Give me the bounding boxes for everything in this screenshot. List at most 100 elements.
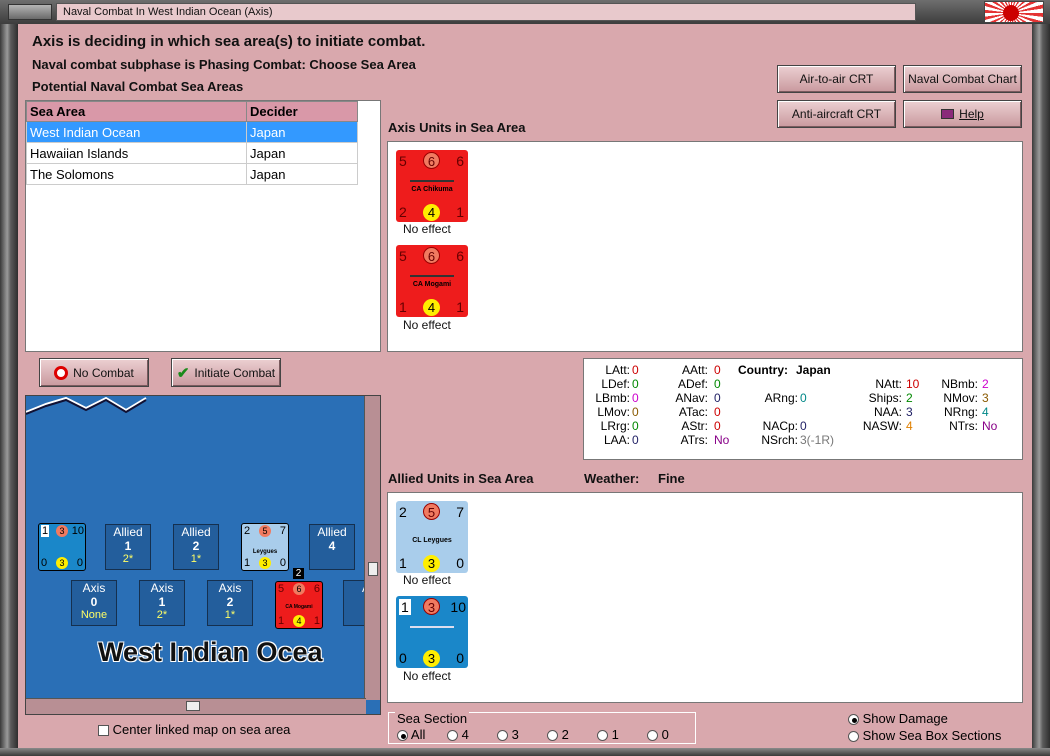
column-header-decider[interactable]: Decider: [246, 101, 358, 122]
counter-defense: 0: [41, 557, 48, 569]
checkbox-box[interactable]: [98, 725, 109, 737]
counter-attack: 2: [399, 504, 407, 520]
map-axis-counter[interactable]: 5 6 6 CA Mogami 1 4 1: [275, 581, 323, 629]
stat-label: NASW:: [862, 419, 902, 433]
phase-heading: Axis is deciding in which sea area(s) to…: [32, 33, 426, 50]
allied-units-panel: 2 5 7 CL Leygues 1 3 0 No effect 1 3 10 …: [387, 492, 1023, 703]
stack-count-badge: 2: [293, 568, 304, 579]
sea-section-option-0[interactable]: 0: [647, 727, 669, 742]
stat-value: 0: [632, 363, 639, 377]
unit-status-text: No effect: [403, 669, 451, 683]
allied-unit-counter[interactable]: 2 5 7 CL Leygues 1 3 0: [396, 501, 468, 573]
option-label: 1: [611, 727, 619, 742]
stat-label: AAtt:: [681, 363, 708, 377]
counter-aa: 6: [423, 152, 440, 169]
map-vertical-scrollbar[interactable]: [364, 396, 380, 700]
counter-range: 10: [450, 599, 466, 615]
counter-move: 4: [423, 299, 440, 316]
sea-section-option-1[interactable]: 1: [597, 727, 619, 742]
show-damage-radio[interactable]: Show Damage: [848, 711, 948, 726]
show-sections-radio[interactable]: Show Sea Box Sections: [848, 728, 1001, 743]
potential-areas-label: Potential Naval Combat Sea Areas: [32, 79, 244, 94]
sea-section-option-2[interactable]: 2: [547, 727, 569, 742]
subphase-text: Naval combat subphase is Phasing Combat:…: [32, 57, 416, 72]
title-bar: Naval Combat In West Indian Ocean (Axis): [0, 0, 1050, 24]
sea-box-number: 1: [158, 595, 166, 609]
sea-area-table-panel: Sea Area Decider West Indian Ocean Japan…: [25, 100, 381, 352]
counter-surface: 0: [456, 650, 464, 666]
option-label: 4: [461, 727, 469, 742]
sea-box-axis-1[interactable]: Axis 1 2*: [139, 580, 185, 626]
stat-value: 2: [906, 391, 913, 405]
stat-value: 3: [982, 391, 989, 405]
table-row[interactable]: West Indian Ocean Japan: [26, 121, 358, 143]
sea-section-option-all[interactable]: All: [397, 727, 425, 742]
sea-box-axis-0[interactable]: Axis 0 None: [71, 580, 117, 626]
no-combat-label: No Combat: [73, 365, 134, 380]
sea-box-allied-2[interactable]: Allied 2 1*: [173, 524, 219, 570]
stat-value: 0: [632, 419, 639, 433]
stat-value: 2: [982, 377, 989, 391]
help-button[interactable]: Help: [903, 100, 1022, 128]
sea-box-allied-4[interactable]: Allied 4: [309, 524, 355, 570]
counter-surface: 0: [279, 557, 286, 569]
stat-value: 3: [906, 405, 913, 419]
air-to-air-crt-button[interactable]: Air-to-air CRT: [777, 65, 896, 93]
table-row[interactable]: The Solomons Japan: [26, 163, 358, 185]
sea-box-axis-2[interactable]: Axis 2 1*: [207, 580, 253, 626]
scroll-thumb[interactable]: [186, 701, 200, 711]
stat-label: NMov:: [943, 391, 978, 405]
allied-units-label: Allied Units in Sea Area: [388, 471, 534, 486]
sea-area-cell: West Indian Ocean: [26, 121, 247, 143]
axis-unit-counter[interactable]: 5 6 6 CA Chikuma 2 4 1: [396, 150, 468, 222]
initiate-combat-button[interactable]: ✔ Initiate Combat: [171, 358, 281, 387]
sea-box-side: Allied: [181, 525, 211, 539]
window-menu-icon[interactable]: [8, 4, 52, 20]
sea-area-map[interactable]: 1 3 10 0 3 0 Allied 1 2* Allied 2 1* 2 5…: [25, 395, 381, 715]
stat-label: NBmb:: [941, 377, 978, 391]
sea-area-cell: Hawaiian Islands: [26, 142, 247, 164]
stat-label: ANav:: [675, 391, 708, 405]
prohibited-icon: [54, 365, 69, 380]
sea-box-count: None: [80, 609, 108, 621]
table-row[interactable]: Hawaiian Islands Japan: [26, 142, 358, 164]
counter-move: 3: [423, 650, 440, 667]
counter-range: 7: [279, 525, 286, 537]
stat-value: 0: [632, 433, 639, 447]
center-map-checkbox[interactable]: Center linked map on sea area: [98, 722, 290, 737]
counter-name: CA Mogami: [412, 281, 452, 288]
axis-unit-counter[interactable]: 5 6 6 CA Mogami 1 4 1: [396, 245, 468, 317]
stat-value: 0: [632, 405, 639, 419]
option-label: 0: [661, 727, 669, 742]
map-allied-counter[interactable]: 1 3 10 0 3 0: [38, 523, 86, 571]
allied-unit-counter[interactable]: 1 3 10 0 3 0: [396, 596, 468, 668]
counter-aa: 5: [423, 503, 440, 520]
stat-value: 0: [714, 377, 721, 391]
stat-label: NAtt:: [875, 377, 902, 391]
sea-box-side: Allied: [317, 525, 347, 539]
sea-section-label: Sea Section: [395, 711, 470, 726]
counter-name: CL Leygues: [412, 537, 452, 544]
sea-box-count: 1*: [224, 609, 236, 621]
map-allied-counter[interactable]: 2 5 7 Leygues 1 3 0: [241, 523, 289, 571]
scroll-thumb[interactable]: [368, 562, 378, 576]
counter-aa: 3: [423, 598, 440, 615]
column-header-sea-area[interactable]: Sea Area: [26, 101, 247, 122]
sea-box-side: Axis: [218, 581, 242, 595]
center-map-label: Center linked map on sea area: [112, 722, 291, 737]
window-frame-left: [0, 24, 18, 756]
sea-area-name: West Indian Ocea: [98, 637, 323, 667]
naval-combat-chart-button[interactable]: Naval Combat Chart: [903, 65, 1022, 93]
map-horizontal-scrollbar[interactable]: [26, 698, 366, 714]
sea-section-option-3[interactable]: 3: [497, 727, 519, 742]
counter-name: Leygues: [252, 549, 278, 555]
stat-label: NACp:: [762, 419, 798, 433]
sea-box-allied-1[interactable]: Allied 1 2*: [105, 524, 151, 570]
sea-box-number: 2: [192, 539, 200, 553]
sea-section-option-4[interactable]: 4: [447, 727, 469, 742]
help-label: Help: [959, 107, 984, 121]
counter-attack: 5: [278, 583, 285, 595]
anti-aircraft-crt-button[interactable]: Anti-aircraft CRT: [777, 100, 896, 128]
no-combat-button[interactable]: No Combat: [39, 358, 149, 387]
stat-label: ADef:: [677, 377, 708, 391]
